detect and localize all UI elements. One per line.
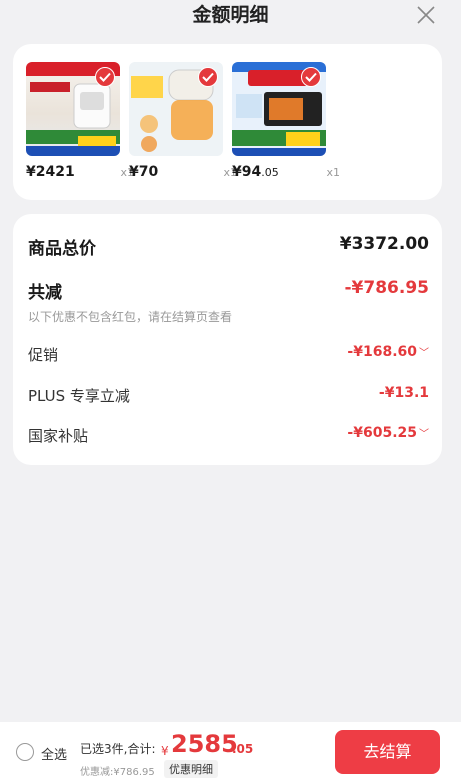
product-item[interactable]: ¥94.05 x1 — [232, 62, 340, 180]
total-reduction-row: 共减 -¥786.95 — [28, 278, 430, 303]
discount-value: -¥13.1 — [378, 385, 429, 401]
product-image[interactable] — [26, 62, 120, 156]
chevron-down-icon[interactable]: ﹀ — [419, 429, 429, 440]
discount-row-promotion[interactable]: 促销 -¥168.60 ﹀ — [28, 344, 429, 366]
discount-label: PLUS 专享立减 — [28, 387, 130, 405]
selected-summary: 已选3件,合计: — [80, 742, 156, 756]
product-price: ¥2421 — [26, 164, 75, 180]
close-icon[interactable] — [415, 4, 437, 26]
currency-symbol: ¥ — [161, 744, 169, 758]
discount-label: 促销 — [28, 346, 59, 364]
discount-row-plus: PLUS 专享立减 -¥13.1 — [28, 385, 429, 407]
checkout-total: 2585 — [171, 730, 238, 758]
checkout-button[interactable]: 去结算 — [335, 730, 440, 774]
amount-summary-card: 商品总价 ¥3372.00 共减 -¥786.95 以下优惠不包含红包，请在结算… — [13, 214, 442, 465]
product-price: ¥70 — [129, 164, 159, 180]
products-card: ¥2421 x1 ¥70 x1 ¥94.05 x1 — [13, 44, 442, 200]
product-qty: x1 — [326, 166, 340, 179]
product-item[interactable]: ¥70 x1 — [129, 62, 237, 180]
discount-row-subsidy[interactable]: 国家补贴 -¥605.25 ﹀ — [28, 425, 429, 447]
total-price-label: 商品总价 — [28, 239, 96, 259]
product-item[interactable]: ¥2421 x1 — [26, 62, 134, 180]
product-image[interactable] — [129, 62, 223, 156]
selected-check-icon[interactable] — [301, 67, 321, 87]
discount-label: 国家补贴 — [28, 427, 89, 445]
total-reduction-value: -¥786.95 — [344, 278, 430, 298]
discount-summary: 优惠减:¥786.95 — [80, 767, 155, 778]
selected-check-icon[interactable] — [198, 67, 218, 87]
product-image[interactable] — [232, 62, 326, 156]
discount-value[interactable]: -¥605.25 ﹀ — [347, 425, 429, 441]
checkout-bar: 全选 已选3件,合计: ¥ 2585 .05 优惠减:¥786.95 优惠明细 … — [0, 722, 461, 780]
select-all-label[interactable]: 全选 — [41, 744, 67, 763]
total-price-row: 商品总价 ¥3372.00 — [28, 234, 429, 259]
header: 金额明细 — [0, 0, 461, 32]
select-all-radio[interactable] — [16, 743, 34, 761]
discount-detail-button[interactable]: 优惠明细 — [164, 760, 218, 778]
selected-check-icon[interactable] — [95, 67, 115, 87]
page-title: 金额明细 — [192, 4, 269, 26]
checkout-total-cents: .05 — [232, 742, 254, 756]
total-reduction-label: 共减 — [28, 283, 62, 303]
product-price: ¥94.05 — [232, 164, 279, 180]
total-price-value: ¥3372.00 — [339, 234, 429, 254]
discount-note: 以下优惠不包含红包，请在结算页查看 — [28, 310, 233, 324]
discount-value[interactable]: -¥168.60 ﹀ — [347, 344, 429, 360]
chevron-down-icon[interactable]: ﹀ — [419, 348, 429, 359]
